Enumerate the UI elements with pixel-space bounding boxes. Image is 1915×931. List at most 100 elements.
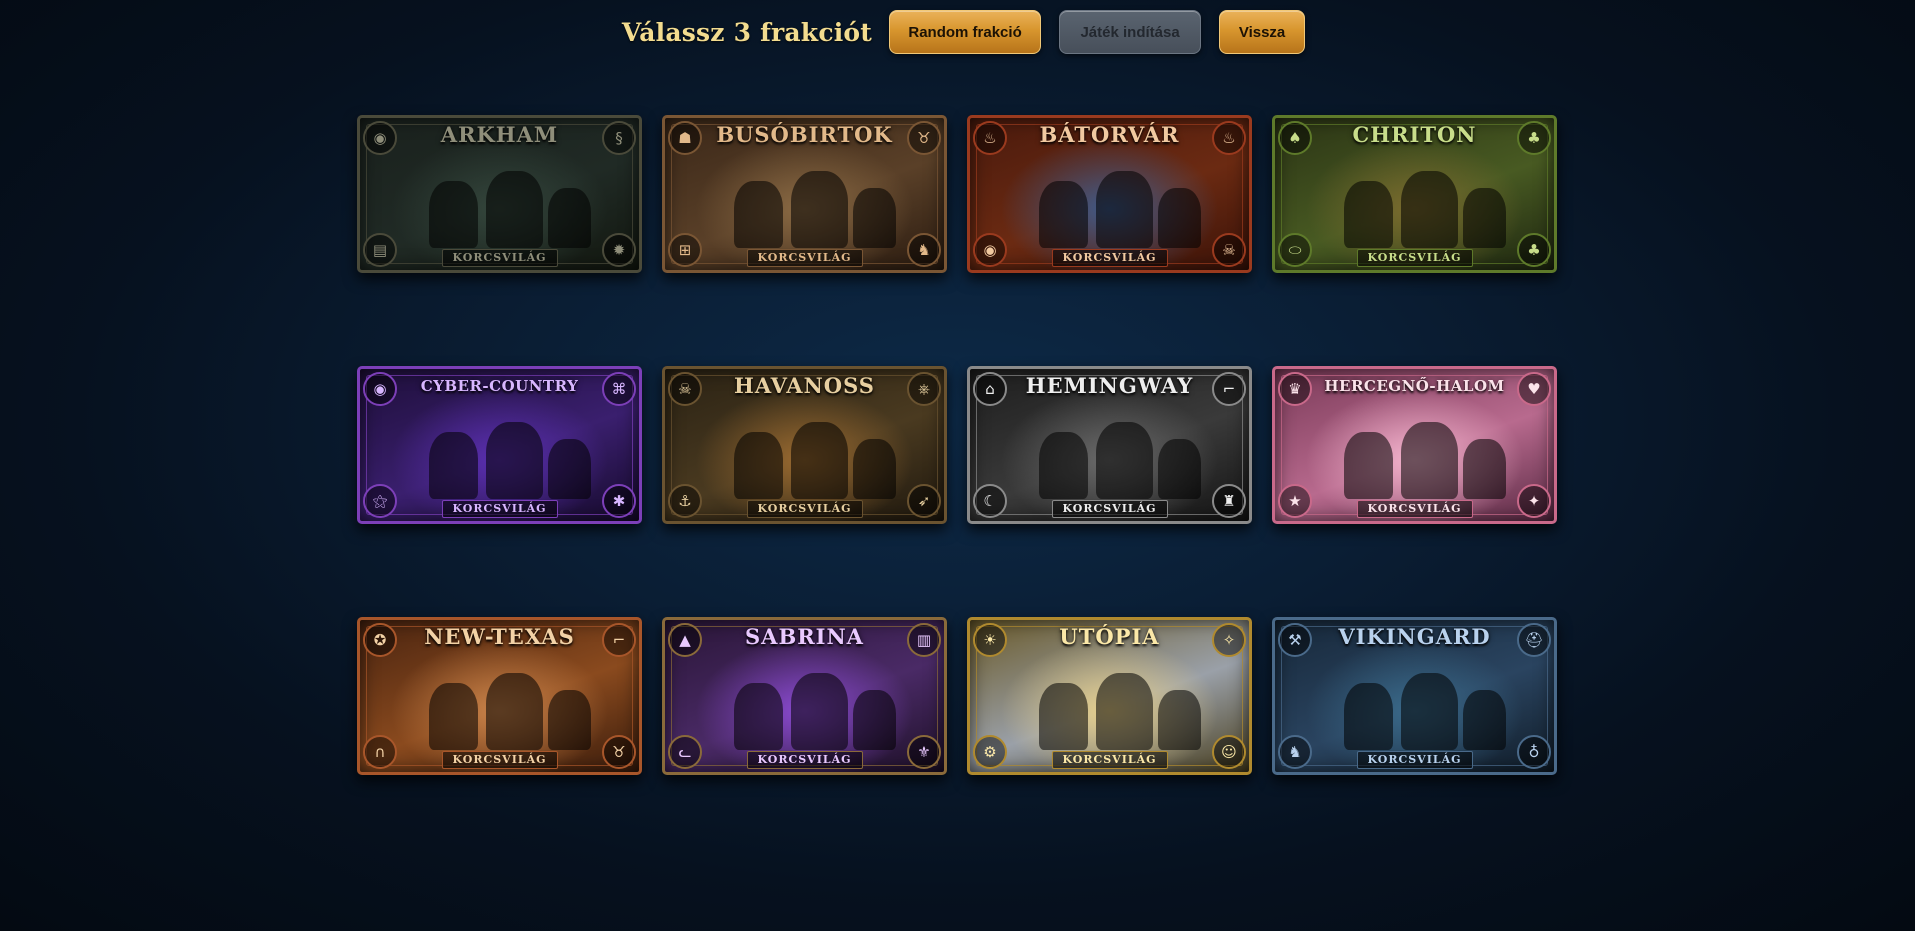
faction-subtitle: KORCSVILÁG: [746, 249, 863, 267]
faction-artwork: [695, 403, 914, 499]
back-button[interactable]: Vissza: [1219, 10, 1306, 54]
wand-icon: ✦: [1517, 484, 1551, 518]
cat-icon: ᓚ: [668, 735, 702, 769]
leaf-icon: ♣: [1517, 233, 1551, 267]
start-game-button[interactable]: Játék indítása: [1059, 10, 1202, 54]
star-icon: ★: [1278, 484, 1312, 518]
artwork-figure: [852, 188, 897, 248]
faction-card[interactable]: ☀ ✧ ⚙ ☺ UTÓPIA KORCSVILÁG: [967, 617, 1252, 775]
flame-icon: ♨: [1212, 121, 1246, 155]
faction-name: SABRINA: [745, 624, 864, 649]
helmet-icon: ⛑: [1517, 623, 1551, 657]
faction-card[interactable]: ⌂ ⌐ ☾ ♜ HEMINGWAY KORCSVILÁG: [967, 366, 1252, 524]
revolver-icon: ⌐: [602, 623, 636, 657]
faction-name: CYBER-COUNTRY: [420, 377, 579, 395]
artwork-figure: [1462, 690, 1507, 750]
artwork-figure: [1344, 180, 1393, 248]
artwork-figure: [1039, 431, 1088, 499]
faction-subtitle: KORCSVILÁG: [746, 751, 863, 769]
artwork-figure: [1401, 171, 1459, 248]
faction-grid: ◉ § ▤ ✹ ARKHAM KORCSVILÁG ☗ ♉ ⊞ ♞ BUSÓBIRTOK KORCSV…: [357, 115, 1557, 775]
faction-card[interactable]: ▲ ▥ ᓚ ⚜ SABRINA KORCSVILÁG: [662, 617, 947, 775]
lightbulb-icon: ☀: [973, 623, 1007, 657]
artwork-figure: [1039, 180, 1088, 248]
artwork-figure: [852, 439, 897, 499]
artwork-figure: [734, 682, 783, 750]
faction-card[interactable]: ✪ ⌐ ∩ ♉ NEW-TEXAS KORCSVILÁG: [357, 617, 642, 775]
artwork-figure: [429, 682, 478, 750]
artwork-figure: [547, 690, 592, 750]
faction-card[interactable]: ♨ ♨ ◉ ☠ BÁTORVÁR KORCSVILÁG: [967, 115, 1252, 273]
faction-card[interactable]: ☗ ♉ ⊞ ♞ BUSÓBIRTOK KORCSVILÁG: [662, 115, 947, 273]
artwork-figure: [486, 422, 544, 499]
artwork-figure: [1157, 188, 1202, 248]
bird-icon: ➶: [907, 484, 941, 518]
faction-subtitle: KORCSVILÁG: [1051, 751, 1168, 769]
faction-subtitle: KORCSVILÁG: [441, 500, 558, 518]
wheel-icon: ⎈: [907, 372, 941, 406]
wolf-icon: ♞: [907, 233, 941, 267]
angel-icon: ✧: [1212, 623, 1246, 657]
artwork-figure: [429, 431, 478, 499]
glyph-icon: ⌘: [602, 372, 636, 406]
artwork-figure: [734, 431, 783, 499]
faction-name: HERCEGNŐ-HALOM: [1324, 377, 1505, 395]
faction-card[interactable]: ♛ ♥ ★ ✦ HERCEGNŐ-HALOM KORCSVILÁG: [1272, 366, 1557, 524]
faction-artwork: [390, 403, 609, 499]
artwork-figure: [486, 673, 544, 750]
artwork-figure: [1344, 682, 1393, 750]
mask-icon: ☗: [668, 121, 702, 155]
header-bar: Válassz 3 frakciót Random frakció Játék …: [0, 10, 1915, 54]
artwork-figure: [1096, 422, 1154, 499]
artwork-figure: [791, 171, 849, 248]
artwork-figure: [486, 171, 544, 248]
faction-card[interactable]: ◉ ⌘ ⚝ ✱ CYBER-COUNTRY KORCSVILÁG: [357, 366, 642, 524]
bottle-icon: ♜: [1212, 484, 1246, 518]
faction-card[interactable]: ◉ § ▤ ✹ ARKHAM KORCSVILÁG: [357, 115, 642, 273]
wagon-icon: ⊞: [668, 233, 702, 267]
mammoth-icon: ♁: [1517, 735, 1551, 769]
artwork-figure: [1096, 171, 1154, 248]
artwork-figure: [734, 180, 783, 248]
anchor-icon: ⚓: [668, 484, 702, 518]
skull-icon: ☠: [1212, 233, 1246, 267]
hat-icon: ⌂: [973, 372, 1007, 406]
faction-card[interactable]: ♠ ♣ ⬭ ♣ CHRITON KORCSVILÁG: [1272, 115, 1557, 273]
artwork-figure: [791, 422, 849, 499]
snowflake-icon: ✱: [602, 484, 636, 518]
faction-name: CHRITON: [1352, 122, 1477, 147]
artwork-figure: [1157, 690, 1202, 750]
faction-artwork: [1000, 403, 1219, 499]
faction-name: BUSÓBIRTOK: [716, 122, 893, 147]
sheriff-star-icon: ✪: [363, 623, 397, 657]
faction-name: BÁTORVÁR: [1039, 122, 1180, 147]
artwork-figure: [791, 673, 849, 750]
faction-name: UTÓPIA: [1059, 624, 1160, 649]
artwork-figure: [1462, 439, 1507, 499]
faction-subtitle: KORCSVILÁG: [1356, 249, 1473, 267]
flame-icon: ♨: [973, 121, 1007, 155]
faction-subtitle: KORCSVILÁG: [1051, 249, 1168, 267]
gun-icon: ⌐: [1212, 372, 1246, 406]
artwork-figure: [429, 180, 478, 248]
leaf-icon: ♣: [1517, 121, 1551, 155]
faction-name: HAVANOSS: [734, 373, 875, 398]
artwork-figure: [1157, 439, 1202, 499]
artwork-figure: [1401, 422, 1459, 499]
faction-card[interactable]: ⚒ ⛑ ♞ ♁ VIKINGARD KORCSVILÁG: [1272, 617, 1557, 775]
faction-artwork: [695, 654, 914, 750]
faction-subtitle: KORCSVILÁG: [441, 751, 558, 769]
artwork-figure: [852, 690, 897, 750]
witch-hat-icon: ▲: [668, 623, 702, 657]
robot-icon: ☺: [1212, 735, 1246, 769]
faction-subtitle: KORCSVILÁG: [1356, 751, 1473, 769]
random-faction-button[interactable]: Random frakció: [889, 10, 1042, 54]
artwork-figure: [1344, 431, 1393, 499]
faction-artwork: [1305, 403, 1524, 499]
faction-card[interactable]: ☠ ⎈ ⚓ ➶ HAVANOSS KORCSVILÁG: [662, 366, 947, 524]
axe-icon: ⚒: [1278, 623, 1312, 657]
eye-icon: ◉: [363, 121, 397, 155]
page-title: Válassz 3 frakciót: [621, 17, 873, 47]
faction-artwork: [390, 152, 609, 248]
fleur-de-lis-icon: ⚜: [907, 735, 941, 769]
